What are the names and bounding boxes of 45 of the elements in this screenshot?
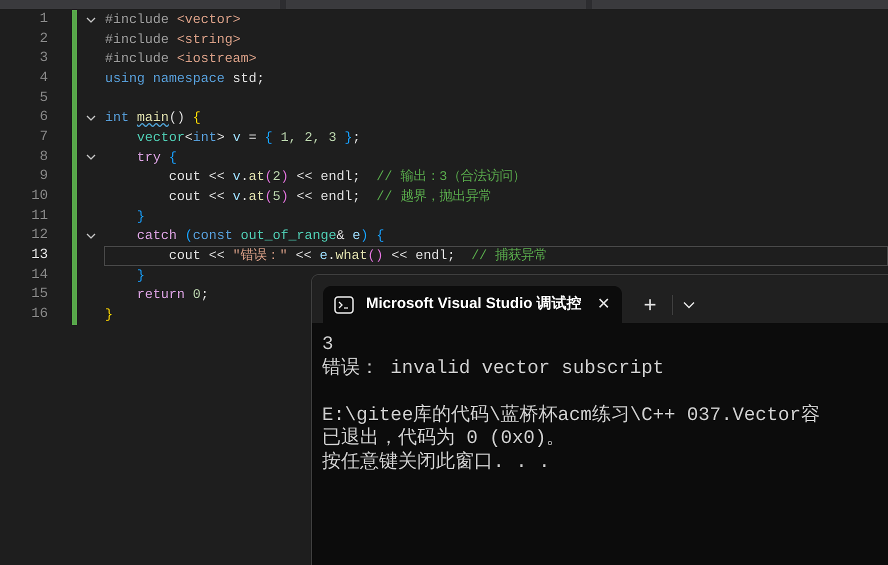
code-line: try { (136, 148, 178, 167)
code-line: } (136, 266, 146, 285)
code-line: vector<int> v = { 1, 2, 3 }; (136, 128, 362, 147)
console-icon (334, 296, 354, 314)
terminal-tab-title: Microsoft Visual Studio 调试控 (366, 294, 583, 314)
line-number: 3 (38, 49, 48, 68)
line-number: 12 (30, 226, 48, 246)
line-number: 14 (30, 266, 48, 285)
fold-chevron-icon[interactable] (86, 154, 96, 160)
code-line: } (104, 306, 114, 324)
console-output-line: 3 (322, 333, 334, 356)
line-number: 4 (38, 68, 48, 88)
console-output-line: 按任意键关闭此窗口. . . (322, 450, 550, 474)
code-line: } (136, 208, 146, 226)
code-line: #include <string> (104, 30, 242, 49)
new-tab-button[interactable]: + (638, 288, 662, 321)
fold-chevron-icon[interactable] (86, 16, 96, 23)
line-number: 2 (38, 30, 48, 49)
terminal-tab[interactable]: Microsoft Visual Studio 调试控 ✕ (323, 286, 622, 323)
close-tab-button[interactable]: ✕ (597, 292, 610, 316)
line-number: 13 (30, 246, 48, 265)
line-number: 5 (38, 88, 48, 108)
line-number: 9 (38, 167, 48, 186)
code-line: int main() { (104, 109, 202, 128)
line-number: 16 (30, 304, 48, 324)
code-line: cout << v.at(5) << endl; // 越界，抛出异常 (168, 188, 492, 206)
code-line: #include <iostream> (104, 50, 258, 68)
line-number: 7 (38, 128, 48, 147)
fold-chevron-icon[interactable] (86, 233, 96, 240)
line-number: 10 (30, 186, 48, 206)
line-number: 8 (38, 148, 48, 167)
line-number: 6 (38, 108, 48, 128)
console-output-line: 已退出，代码为 0 (0x0)。 (322, 427, 566, 450)
dropdown-chevron-icon[interactable] (683, 300, 695, 308)
code-line: return 0; (136, 286, 210, 304)
fold-chevron-icon[interactable] (86, 115, 96, 122)
console-output-line: E:\gitee库的代码\蓝桥杯acm练习\C++ 037.Vector容 (322, 404, 820, 427)
line-number: 15 (30, 285, 48, 304)
code-line: #include <vector> (104, 11, 242, 29)
code-line: using namespace std; (104, 70, 266, 88)
code-line: catch (const out_of_range& e) { (136, 227, 386, 246)
console-output-line: 错误： invalid vector subscript (322, 356, 664, 380)
line-number: 1 (38, 10, 48, 29)
code-line: cout << v.at(2) << endl; // 输出：3（合法访问） (168, 168, 526, 186)
line-number: 11 (30, 206, 48, 226)
